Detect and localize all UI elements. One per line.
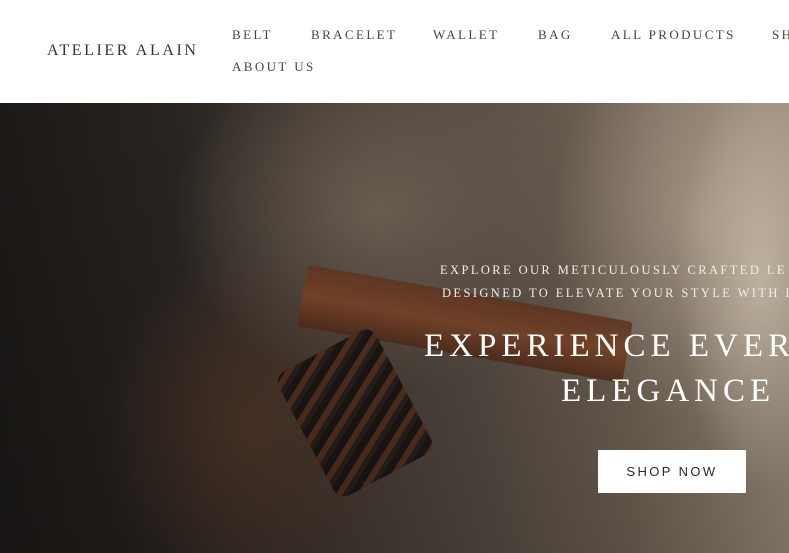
brand-logo[interactable]: ATELIER ALAIN: [47, 42, 199, 60]
nav-item-bag[interactable]: BAG: [538, 27, 573, 43]
hero-tagline-line-1: EXPLORE OUR METICULOUSLY CRAFTED LE: [440, 263, 787, 277]
site-header: ATELIER ALAIN BELT BRACELET WALLET BAG A…: [0, 0, 789, 103]
nav-item-bracelet[interactable]: BRACELET: [311, 27, 397, 43]
hero-banner: EXPLORE OUR METICULOUSLY CRAFTED LE DESI…: [0, 103, 789, 553]
nav-item-shop-truncated[interactable]: SH: [772, 27, 789, 43]
hero-headline-line-1: EXPERIENCE EVER: [424, 328, 789, 364]
nav-item-wallet[interactable]: WALLET: [433, 27, 499, 43]
shop-now-button[interactable]: SHOP NOW: [598, 450, 746, 493]
nav-item-about-us[interactable]: ABOUT US: [232, 59, 316, 75]
nav-item-all-products[interactable]: ALL PRODUCTS: [611, 27, 736, 43]
nav-item-belt[interactable]: BELT: [232, 27, 273, 43]
hero-headline-line-2: ELEGANCE: [561, 373, 776, 409]
hero-tagline-line-2: DESIGNED TO ELEVATE YOUR STYLE WITH I: [442, 286, 789, 300]
